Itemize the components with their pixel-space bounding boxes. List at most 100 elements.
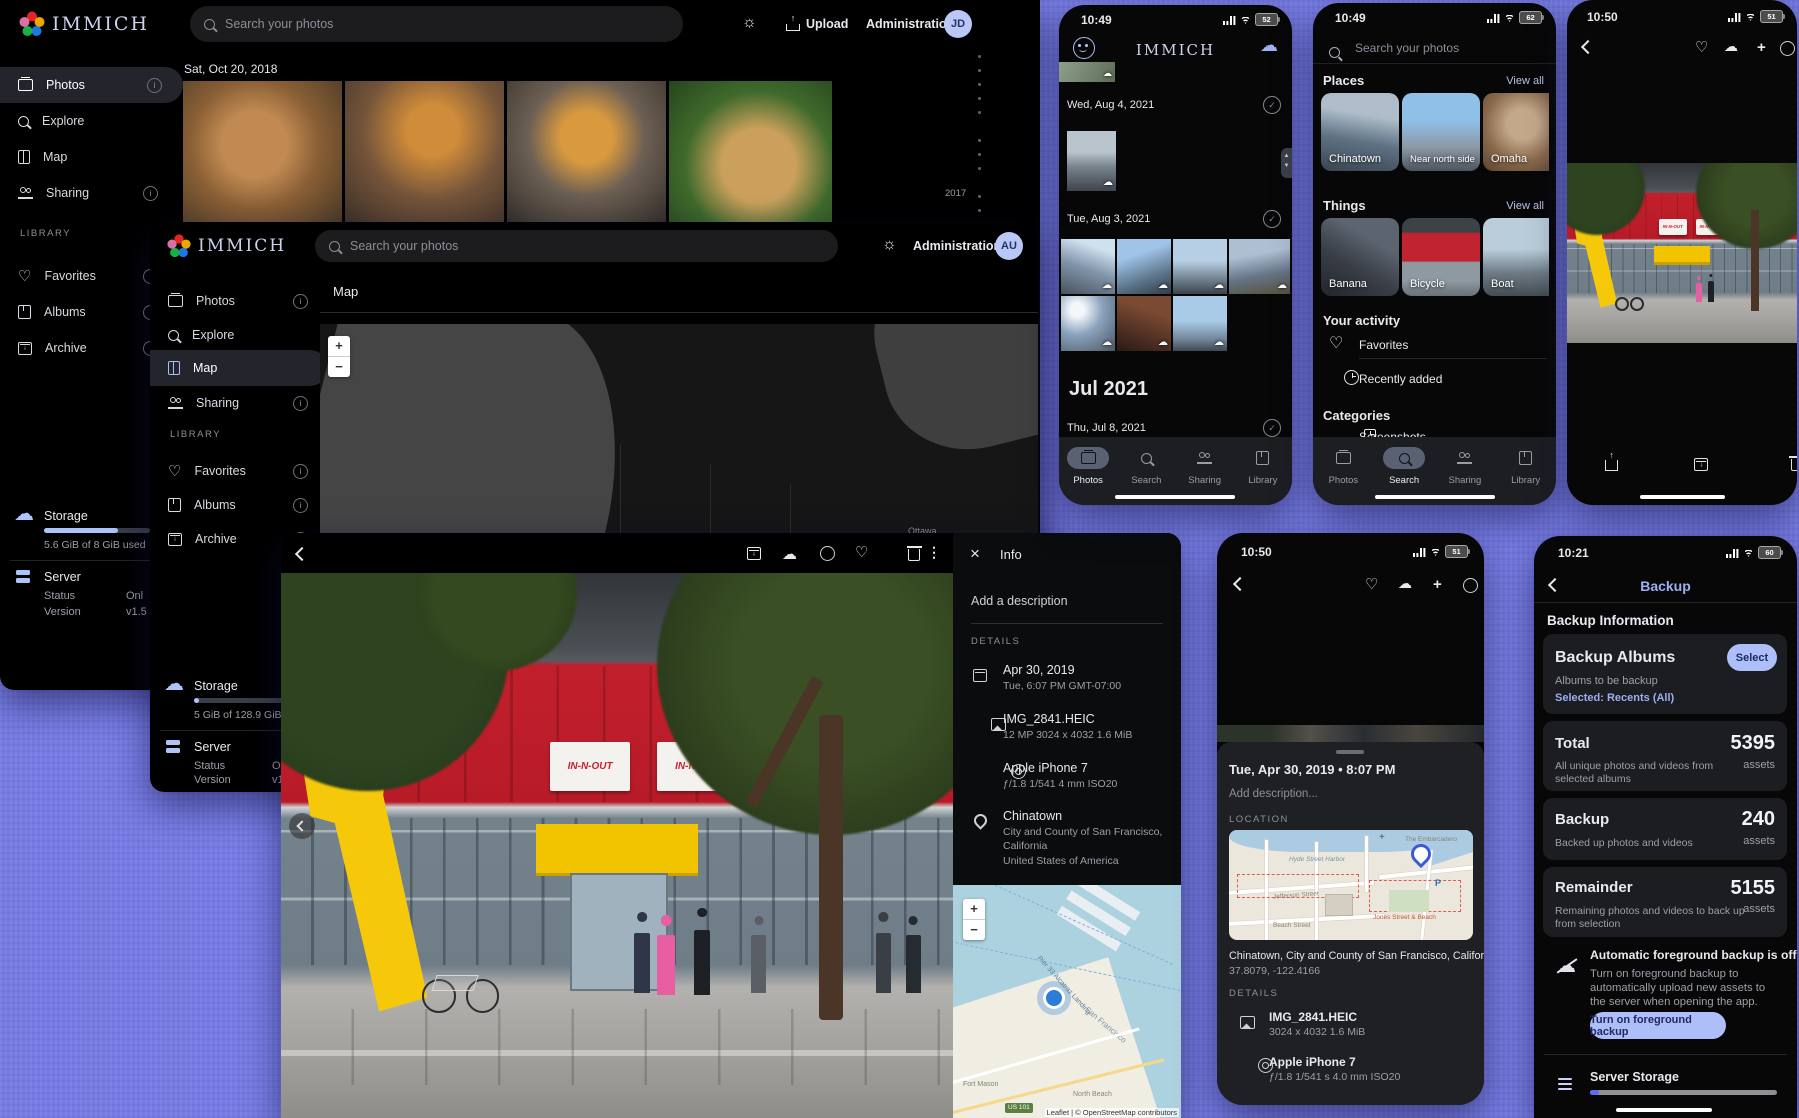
sidebar-item-photos[interactable]: Photos i [168, 284, 308, 318]
in-n-out-photo[interactable]: IN-N-OUT IN-N-OUT [1567, 163, 1797, 343]
select-day-check-icon[interactable] [1263, 96, 1281, 114]
photo-strip[interactable] [1217, 725, 1484, 742]
back-icon[interactable] [1581, 40, 1595, 54]
select-day-check-icon[interactable] [1263, 210, 1281, 228]
location-map[interactable]: Pier 33 Alcatraz Landing San Francisco F… [953, 885, 1181, 1118]
profile-avatar-icon[interactable] [1073, 37, 1095, 59]
things-view-all-link[interactable]: View all [1506, 200, 1544, 213]
nav-library[interactable]: Library [1237, 447, 1289, 486]
back-icon[interactable] [295, 547, 309, 561]
sidebar-item-photos[interactable]: Photos i [0, 67, 183, 103]
zoom-in-button[interactable] [963, 899, 985, 919]
sidebar-item-explore[interactable]: Explore [168, 318, 308, 352]
administration-link[interactable]: Administration [913, 239, 1001, 254]
sidebar-item-archive[interactable]: Archive i [18, 330, 158, 366]
info-icon[interactable] [1780, 41, 1795, 56]
select-day-check-icon[interactable] [1263, 419, 1281, 437]
search-input[interactable]: Search your photos [190, 6, 683, 42]
sidebar-item-albums[interactable]: Albums i [168, 488, 308, 522]
photo-thumbnail[interactable] [1059, 62, 1115, 82]
add-icon[interactable] [1757, 40, 1766, 55]
description-input[interactable]: Add a description [971, 594, 1068, 609]
trash-icon[interactable] [1791, 459, 1797, 471]
photo-thumbnail[interactable] [1061, 296, 1115, 351]
place-tile-near-north-side[interactable]: Near north side [1402, 93, 1480, 171]
more-options-icon[interactable] [927, 545, 941, 559]
timeline-scrubber[interactable] [972, 55, 986, 225]
theme-toggle-icon[interactable] [742, 15, 757, 31]
upload-icon[interactable] [786, 24, 800, 31]
nav-sharing[interactable]: Sharing [1179, 447, 1231, 486]
cloud-upload-icon[interactable]: ↑ [1724, 38, 1738, 55]
theme-toggle-icon[interactable] [882, 237, 897, 253]
search-input[interactable]: Search your photos [315, 230, 838, 262]
map-attribution[interactable]: Leaflet | © OpenStreetMap contributors [1045, 1108, 1179, 1117]
thing-tile-boat[interactable]: Boat [1483, 218, 1549, 296]
upload-button[interactable]: Upload [806, 17, 848, 32]
detail-bottom-sheet[interactable]: Tue, Apr 30, 2019 • 8:07 PM Add descript… [1217, 742, 1484, 1105]
archive-icon[interactable] [747, 547, 761, 560]
administration-link[interactable]: Administration [866, 17, 954, 32]
photo-thumbnail[interactable] [507, 81, 666, 222]
sidebar-item-favorites[interactable]: Favorites i [168, 454, 308, 488]
map-zoom-control[interactable] [328, 336, 350, 377]
activity-recently-added[interactable]: Recently added [1359, 372, 1442, 386]
archive-icon[interactable] [1694, 458, 1708, 471]
photo-thumbnail[interactable] [183, 81, 342, 222]
sidebar-item-map[interactable]: Map [150, 350, 328, 386]
description-input[interactable]: Add description... [1229, 788, 1318, 802]
place-tile-chinatown[interactable]: Chinatown [1321, 93, 1399, 171]
select-button[interactable]: Select [1727, 644, 1777, 671]
sidebar-item-explore[interactable]: Explore [18, 103, 158, 139]
back-icon[interactable] [1233, 577, 1247, 591]
favorite-icon[interactable] [1695, 40, 1708, 55]
photo-thumbnail[interactable] [669, 81, 832, 222]
favorite-icon[interactable] [855, 545, 868, 560]
photo-thumbnail[interactable] [1229, 239, 1290, 294]
sheet-drag-handle[interactable] [1336, 750, 1364, 754]
backup-status-icon[interactable]: ↑ [1260, 35, 1278, 57]
photo-thumbnail[interactable] [1117, 239, 1171, 294]
share-icon[interactable] [1605, 460, 1618, 471]
nav-search[interactable]: Search [1378, 447, 1430, 486]
photo-thumbnail[interactable] [1173, 239, 1227, 294]
nav-library[interactable]: Library [1500, 447, 1552, 486]
sidebar-item-map[interactable]: Map [18, 139, 158, 175]
nav-photos[interactable]: Photos [1062, 447, 1114, 486]
photo-thumbnail[interactable] [1061, 239, 1115, 294]
detail-location[interactable]: Chinatown [1003, 809, 1062, 824]
close-icon[interactable] [970, 545, 980, 563]
photo-thumbnail[interactable] [1117, 296, 1171, 351]
search-input[interactable]: Search your photos [1355, 41, 1459, 55]
zoom-out-button[interactable] [963, 919, 985, 940]
nav-search[interactable]: Search [1120, 447, 1172, 486]
photo-thumbnail[interactable] [345, 81, 504, 222]
thing-tile-bicycle[interactable]: Bicycle [1402, 218, 1480, 296]
sidebar-item-sharing[interactable]: Sharing i [18, 175, 158, 211]
photo-thumbnail[interactable] [1067, 131, 1116, 191]
user-avatar[interactable]: JD [944, 10, 972, 38]
add-icon[interactable] [1433, 577, 1442, 592]
info-icon[interactable] [1463, 578, 1478, 593]
places-view-all-link[interactable]: View all [1506, 75, 1544, 88]
activity-favorites[interactable]: Favorites [1359, 338, 1408, 352]
photo-thumbnail[interactable] [1173, 296, 1227, 351]
zoom-in-button[interactable] [328, 336, 350, 356]
map-zoom-control[interactable] [963, 899, 985, 940]
user-avatar[interactable]: AU [995, 232, 1023, 260]
sidebar-item-albums[interactable]: Albums i [18, 294, 158, 330]
place-tile-omaha[interactable]: Omaha [1483, 93, 1549, 171]
thing-tile-banana[interactable]: Banana [1321, 218, 1399, 296]
turn-on-foreground-backup-button[interactable]: Turn on foreground backup [1590, 1012, 1726, 1039]
sidebar-item-sharing[interactable]: Sharing i [168, 386, 308, 420]
location-map[interactable]: Hyde Street Harbor Jefferson Street Beac… [1229, 830, 1473, 940]
info-icon[interactable] [820, 546, 835, 561]
zoom-out-button[interactable] [328, 356, 350, 377]
sidebar-item-favorites[interactable]: Favorites i [18, 258, 158, 294]
nav-sharing[interactable]: Sharing [1439, 447, 1491, 486]
trash-icon[interactable] [908, 549, 920, 561]
back-icon[interactable] [1548, 578, 1562, 592]
cloud-backed-up-icon[interactable] [782, 546, 797, 564]
scroll-thumb[interactable]: ▲▼ [1281, 148, 1292, 178]
cloud-upload-icon[interactable]: ↑ [1398, 575, 1412, 592]
